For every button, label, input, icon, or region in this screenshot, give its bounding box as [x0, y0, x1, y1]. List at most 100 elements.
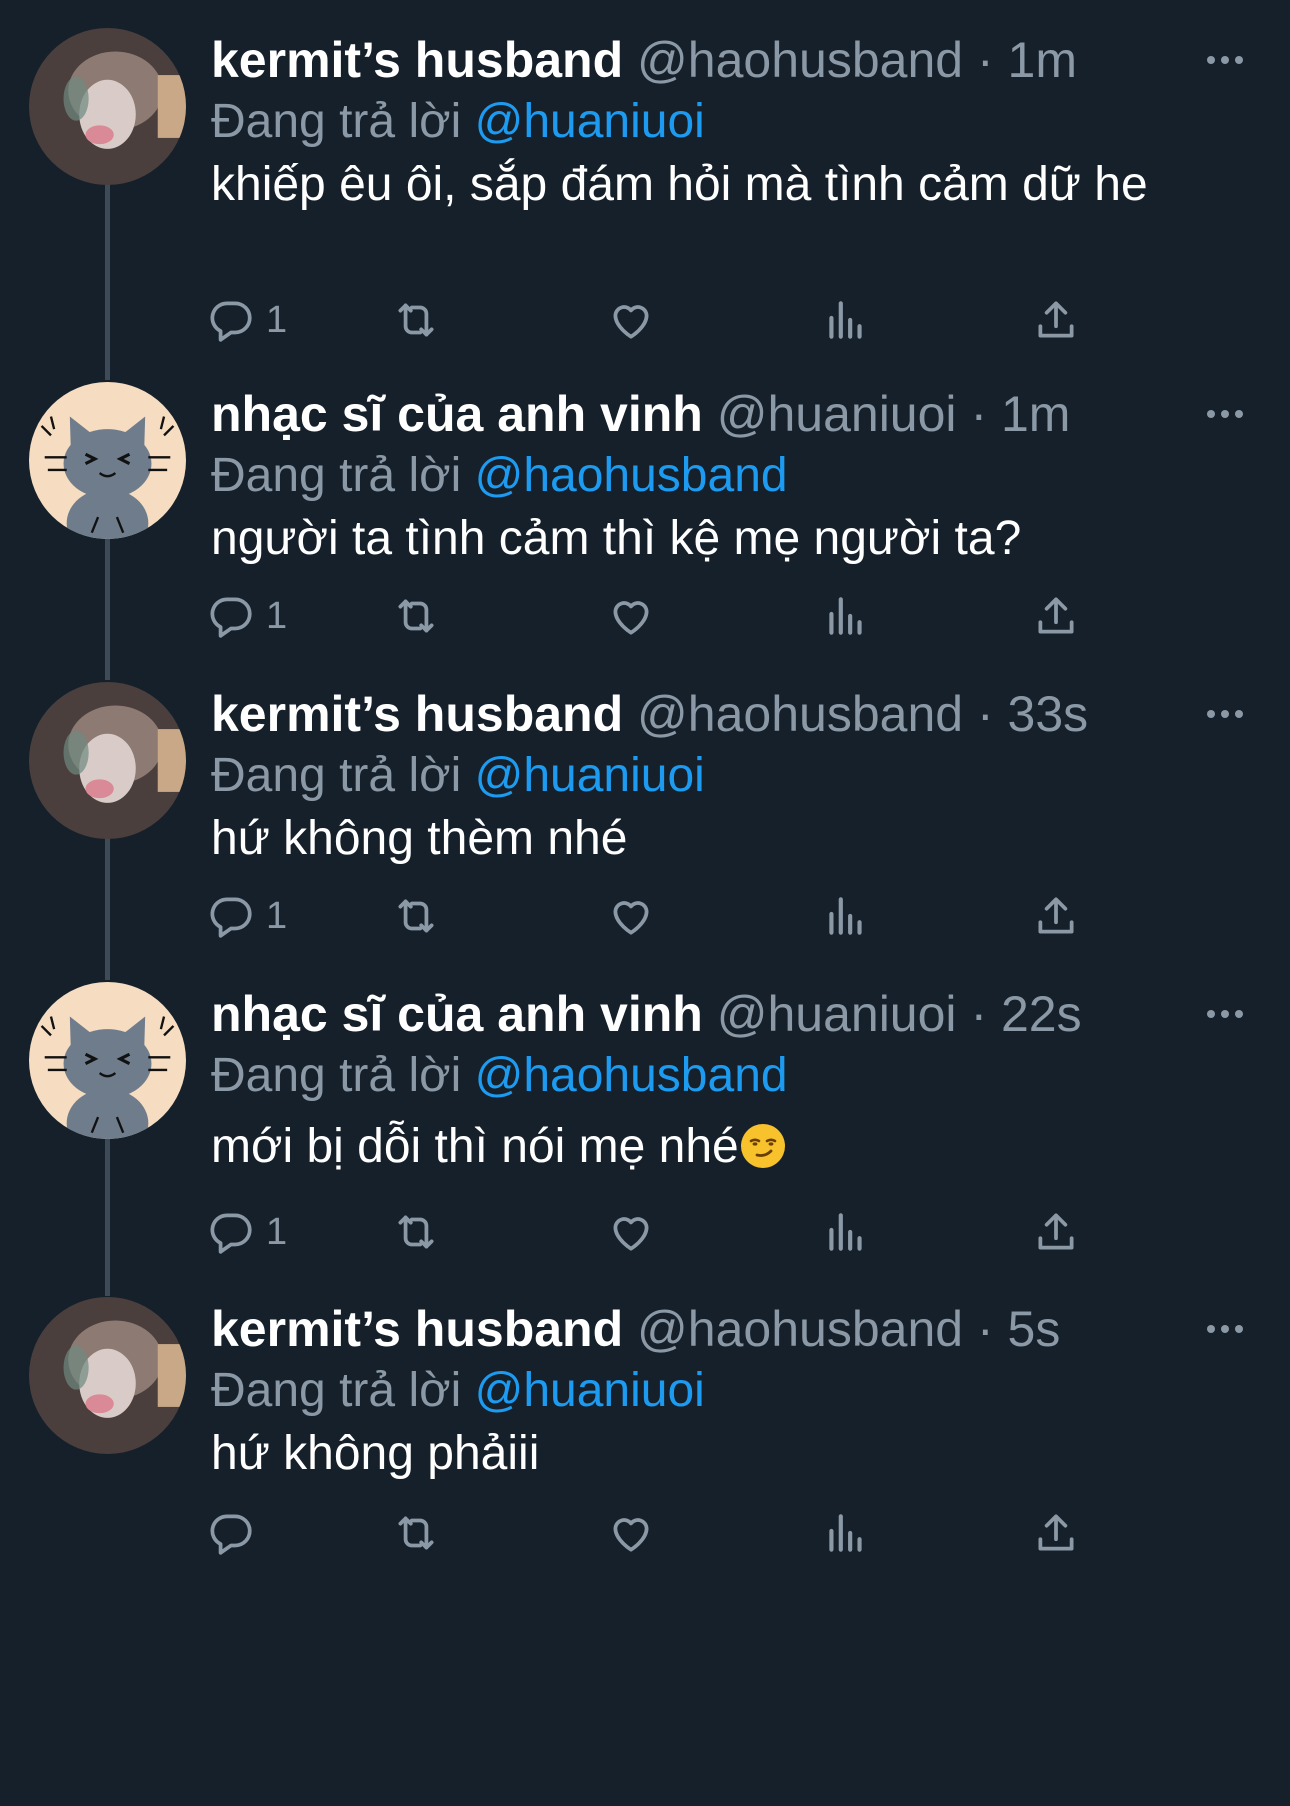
- replying-to-label: Đang trả lời: [211, 1364, 462, 1417]
- like-button[interactable]: [606, 1202, 656, 1262]
- reply-button[interactable]: 1: [206, 1202, 287, 1262]
- separator-dot: ·: [970, 386, 988, 442]
- views-button[interactable]: [821, 586, 871, 646]
- author-name[interactable]: kermit’s husband: [211, 686, 623, 742]
- reply-icon: [210, 1213, 252, 1254]
- author-handle[interactable]: @huaniuoi: [717, 386, 957, 442]
- tweet-header: kermit’s husband @haohusband · 33s: [211, 682, 1088, 746]
- replying-to-handle[interactable]: @huaniuoi: [475, 95, 705, 148]
- more-icon[interactable]: [1205, 404, 1245, 424]
- share-button[interactable]: [1031, 586, 1081, 646]
- timestamp[interactable]: 22s: [1001, 986, 1082, 1042]
- share-icon: [1038, 1213, 1074, 1250]
- author-name[interactable]: nhạc sĩ của anh vinh: [211, 986, 703, 1042]
- conversation-thread: kermit’s husband @haohusband · 1m Đang t…: [0, 0, 1290, 1806]
- retweet-button[interactable]: [391, 1503, 441, 1563]
- tweet-header: kermit’s husband @haohusband · 1m: [211, 28, 1077, 92]
- reply-icon: [210, 897, 252, 938]
- tweet-actions: 1: [210, 290, 1111, 350]
- retweet-icon: [398, 599, 434, 633]
- replying-to: Đang trả lời @huaniuoi: [211, 744, 705, 808]
- replying-to-label: Đang trả lời: [211, 449, 462, 502]
- share-icon: [1038, 897, 1074, 934]
- avatar[interactable]: [29, 682, 186, 839]
- retweet-icon: [398, 899, 434, 933]
- reply-icon: [210, 1514, 252, 1555]
- separator-dot: ·: [976, 686, 994, 742]
- like-button[interactable]: [606, 886, 656, 946]
- share-icon: [1038, 1514, 1074, 1551]
- share-icon: [1038, 597, 1074, 634]
- author-handle[interactable]: @huaniuoi: [717, 986, 957, 1042]
- tweet-header: nhạc sĩ của anh vinh @huaniuoi · 22s: [211, 982, 1082, 1046]
- views-button[interactable]: [821, 886, 871, 946]
- replying-to: Đang trả lời @haohusband: [211, 444, 788, 508]
- views-icon: [829, 1514, 862, 1552]
- avatar[interactable]: [29, 382, 186, 539]
- separator-dot: ·: [976, 1301, 994, 1357]
- views-button[interactable]: [821, 1503, 871, 1563]
- replying-to-handle[interactable]: @haohusband: [475, 1049, 788, 1102]
- like-button[interactable]: [606, 586, 656, 646]
- author-handle[interactable]: @haohusband: [637, 32, 963, 88]
- author-name[interactable]: kermit’s husband: [211, 1301, 623, 1357]
- replying-to-handle[interactable]: @huaniuoi: [475, 749, 705, 802]
- reply-count: 1: [266, 298, 288, 341]
- share-button[interactable]: [1031, 1503, 1081, 1563]
- like-button[interactable]: [606, 1503, 656, 1563]
- more-icon[interactable]: [1205, 1004, 1245, 1024]
- tweet-text: hứ không thèm nhé: [211, 812, 628, 865]
- thread-connector: [105, 818, 110, 980]
- tweet-actions: 1: [210, 1202, 1111, 1262]
- avatar[interactable]: [29, 982, 186, 1139]
- views-icon: [829, 301, 862, 339]
- reply-button[interactable]: 1: [206, 586, 287, 646]
- tweet-header: kermit’s husband @haohusband · 5s: [211, 1297, 1060, 1361]
- reply-count: 1: [266, 1210, 288, 1253]
- heart-icon: [613, 1518, 649, 1552]
- views-icon: [829, 597, 862, 635]
- share-button[interactable]: [1031, 290, 1081, 350]
- views-button[interactable]: [821, 290, 871, 350]
- like-button[interactable]: [606, 290, 656, 350]
- author-name[interactable]: kermit’s husband: [211, 32, 623, 88]
- avatar[interactable]: [29, 1297, 186, 1454]
- views-button[interactable]: [821, 1202, 871, 1262]
- replying-to: Đang trả lời @huaniuoi: [211, 1359, 705, 1423]
- share-icon: [1038, 301, 1074, 338]
- timestamp[interactable]: 33s: [1008, 686, 1089, 742]
- retweet-icon: [398, 303, 434, 337]
- reply-count: 1: [266, 594, 288, 637]
- reply-button[interactable]: [206, 1503, 266, 1563]
- more-icon[interactable]: [1205, 50, 1245, 70]
- author-handle[interactable]: @haohusband: [637, 1301, 963, 1357]
- share-button[interactable]: [1031, 1202, 1081, 1262]
- reply-button[interactable]: 1: [206, 886, 287, 946]
- heart-icon: [613, 901, 649, 935]
- replying-to-handle[interactable]: @huaniuoi: [475, 1364, 705, 1417]
- retweet-button[interactable]: [391, 586, 441, 646]
- retweet-button[interactable]: [391, 1202, 441, 1262]
- heart-icon: [613, 1217, 649, 1251]
- more-icon[interactable]: [1205, 1319, 1245, 1339]
- author-name[interactable]: nhạc sĩ của anh vinh: [211, 386, 703, 442]
- timestamp[interactable]: 1m: [1008, 32, 1077, 88]
- thread-connector: [105, 518, 110, 680]
- replying-to-label: Đang trả lời: [211, 95, 462, 148]
- more-icon[interactable]: [1205, 704, 1245, 724]
- replying-to: Đang trả lời @huaniuoi: [211, 90, 705, 154]
- thread-connector: [105, 162, 110, 380]
- replying-to-handle[interactable]: @haohusband: [475, 449, 788, 502]
- tweet-actions: [210, 1503, 1111, 1563]
- retweet-button[interactable]: [391, 886, 441, 946]
- avatar[interactable]: [29, 28, 186, 185]
- timestamp[interactable]: 5s: [1008, 1301, 1061, 1357]
- separator-dot: ·: [970, 986, 988, 1042]
- tweet-actions: 1: [210, 886, 1111, 946]
- retweet-button[interactable]: [391, 290, 441, 350]
- timestamp[interactable]: 1m: [1001, 386, 1070, 442]
- reply-button[interactable]: 1: [206, 290, 287, 350]
- share-button[interactable]: [1031, 886, 1081, 946]
- author-handle[interactable]: @haohusband: [637, 686, 963, 742]
- replying-to-label: Đang trả lời: [211, 749, 462, 802]
